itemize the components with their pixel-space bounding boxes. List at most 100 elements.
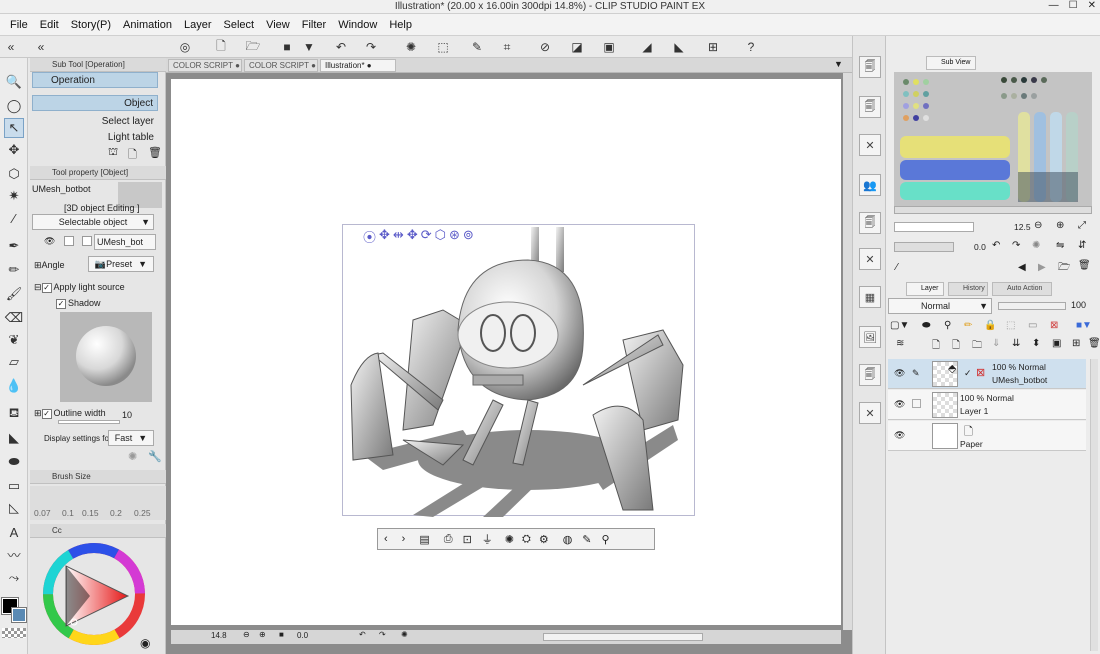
camera-pan-icon[interactable]: ✥ [379, 227, 390, 246]
move-layer-tool-icon[interactable]: ✥ [4, 140, 24, 160]
ruler-tool-icon[interactable]: ◺ [4, 498, 24, 518]
object-list-icon[interactable]: ▤ [419, 533, 429, 546]
clip-layer-icon[interactable]: ⬬ [922, 320, 931, 331]
minimize-button[interactable]: — [1049, 0, 1059, 11]
gear-icon[interactable]: ⚙ [539, 533, 549, 546]
settings-wrench-icon[interactable]: 🔧 [148, 450, 162, 463]
3d-scene-canvas[interactable]: ⦿ ✥ ⇹ ✥ ⟳ ⬡ ⊛ ⊚ [342, 224, 696, 517]
pencil-tool-icon[interactable]: ✏ [4, 260, 24, 280]
angle-expand[interactable]: ⊞Angle [34, 260, 65, 271]
auto-select-tool-icon[interactable]: ✷ [4, 186, 24, 206]
eyedropper-tool-icon[interactable]: ⁄ [4, 208, 24, 228]
zoom-value[interactable]: 14.8 [211, 631, 227, 640]
menu-edit[interactable]: Edit [34, 19, 65, 31]
merge-down-icon[interactable]: ⇊ [1012, 338, 1020, 349]
texture-icon[interactable]: ◍ [563, 533, 573, 546]
sub-view-reset-icon[interactable]: ✺ [1032, 240, 1040, 251]
apply-light-checkbox[interactable]: ✓ [41, 282, 52, 293]
save-icon[interactable]: ■ [278, 38, 296, 56]
pen-edit-icon[interactable]: ✎ [912, 368, 920, 379]
brush-size-01[interactable]: 0.1 [62, 508, 74, 518]
tab-history[interactable]: History [948, 282, 988, 296]
new-raster-layer-icon[interactable]: 🗋 [932, 338, 940, 355]
layer-mask-icon[interactable]: ▣ [1052, 338, 1061, 349]
camera-rotate-icon[interactable]: ⦿ [363, 227, 376, 246]
menu-layer[interactable]: Layer [178, 19, 218, 31]
reset-pose-icon[interactable]: ✺ [505, 533, 514, 546]
outline-icon[interactable]: ✎ [582, 533, 591, 546]
tab-auto-action[interactable]: Auto Action [992, 282, 1052, 296]
lock-checkbox[interactable] [64, 236, 74, 246]
ground-icon[interactable]: ⏚ [482, 531, 493, 547]
draft-layer-icon[interactable]: ✏ [964, 320, 972, 331]
frame-tool-icon[interactable]: ▭ [4, 476, 24, 496]
mask-enable-icon[interactable]: ▭ [1028, 320, 1037, 331]
fit-screen-icon[interactable]: ■ [279, 630, 284, 639]
hide-object-icon[interactable]: ⛭ [522, 533, 531, 546]
object-turn-icon[interactable]: ⊛ [449, 227, 460, 246]
eraser-tool-icon[interactable]: ▱ [4, 352, 24, 372]
light-icon[interactable]: ⚲ [602, 533, 610, 546]
reset-rotation-icon[interactable]: ✺ [401, 630, 408, 639]
new-vector-layer-icon[interactable]: 🗋 [952, 338, 960, 355]
menu-filter[interactable]: Filter [296, 19, 332, 31]
sub-view-rotate-left-icon[interactable]: ↶ [992, 240, 1000, 251]
prev-arrow-icon[interactable]: ‹ [384, 533, 388, 545]
tab-menu-chevron-icon[interactable]: ▼ [834, 59, 843, 69]
subtool-item-select-layer[interactable]: Select layer [32, 113, 158, 129]
close-button[interactable]: ✕ [1088, 0, 1096, 11]
menu-help[interactable]: Help [383, 19, 418, 31]
outline-width-row[interactable]: ⊞ ✓ Outline width [34, 408, 106, 419]
airbrush-tool-icon[interactable]: ⌫ [4, 308, 24, 328]
eye-icon[interactable]: 👁 [44, 236, 55, 247]
vertical-scrollbar[interactable] [843, 73, 852, 630]
fit-object-icon[interactable]: ⊡ [463, 533, 472, 546]
zoom-in-icon[interactable]: ⊕ [259, 630, 266, 639]
outline-width-slider[interactable] [58, 420, 120, 424]
object-scale-icon[interactable]: ⬡ [435, 227, 446, 246]
ruler-visibility-icon[interactable]: ⊠ [1050, 320, 1058, 331]
color-picker-icon[interactable]: ◉ [140, 636, 150, 650]
sub-view-flip-icon[interactable]: ⇋ [1056, 240, 1064, 251]
tab-illustration[interactable]: Illustration* ● [320, 59, 396, 72]
layer-row-layer1[interactable]: 👁 100 % Normal Layer 1 [888, 390, 1086, 420]
sub-view-palette-image[interactable] [894, 72, 1092, 206]
select-all-icon[interactable]: ▣ [600, 38, 618, 56]
menu-file[interactable]: File [4, 19, 34, 31]
panel-strip-material-icon[interactable]: 🗐 [859, 96, 881, 118]
menu-window[interactable]: Window [332, 19, 383, 31]
panel-strip-image-icon[interactable]: 🖼 [859, 326, 881, 348]
eye-icon[interactable]: 👁 [894, 430, 905, 441]
collapse-left-icon[interactable]: « [2, 38, 20, 56]
eye-icon[interactable]: 👁 [894, 399, 905, 410]
sub-view-scrollbar[interactable] [894, 206, 1092, 214]
text-tool-icon[interactable]: A [4, 522, 24, 542]
tab-color-script-1[interactable]: COLOR SCRIPT ● [168, 59, 242, 72]
apply-mask-icon[interactable]: ⊞ [1072, 338, 1080, 349]
menu-story[interactable]: Story(P) [65, 19, 117, 31]
object-twist-icon[interactable]: ⊚ [463, 227, 474, 246]
brush-size-007[interactable]: 0.07 [34, 508, 51, 518]
collapse-left-icon-2[interactable]: « [32, 38, 50, 56]
maximize-button[interactable]: ☐ [1069, 0, 1078, 11]
layer-row-paper[interactable]: 👁 🗋 Paper [888, 421, 1086, 451]
layer-name-dropdown[interactable]: UMesh_bot [94, 234, 156, 250]
special-ruler-icon[interactable]: ◣ [670, 38, 688, 56]
figure-tool-icon[interactable]: ⬬ [4, 452, 24, 472]
tab-layer[interactable]: Layer [906, 282, 944, 296]
brush-size-panel-header[interactable]: Brush Size [30, 470, 166, 484]
operation-tool-icon[interactable]: ↖ [4, 118, 24, 138]
robot-3d-model[interactable] [343, 225, 696, 517]
sub-view-zoom-value[interactable]: 12.5 [1014, 222, 1031, 232]
panel-strip-tool-icon[interactable]: ✕ [859, 248, 881, 270]
fill-tool-icon[interactable]: ⛾ [4, 404, 24, 424]
brush-size-015[interactable]: 0.15 [82, 508, 99, 518]
reset-icon[interactable]: ✺ [128, 450, 137, 463]
reference-layer-icon[interactable]: ⚲ [944, 320, 951, 331]
new-folder-icon[interactable]: 🗀 [972, 338, 982, 355]
undo-icon[interactable]: ↶ [332, 38, 350, 56]
visible-checkbox[interactable] [82, 236, 92, 246]
shadow-checkbox[interactable]: ✓ [56, 298, 66, 309]
zoom-tool-icon[interactable]: 🔍 [4, 72, 24, 92]
layer-color-icon[interactable]: ▢▼ [890, 320, 909, 331]
